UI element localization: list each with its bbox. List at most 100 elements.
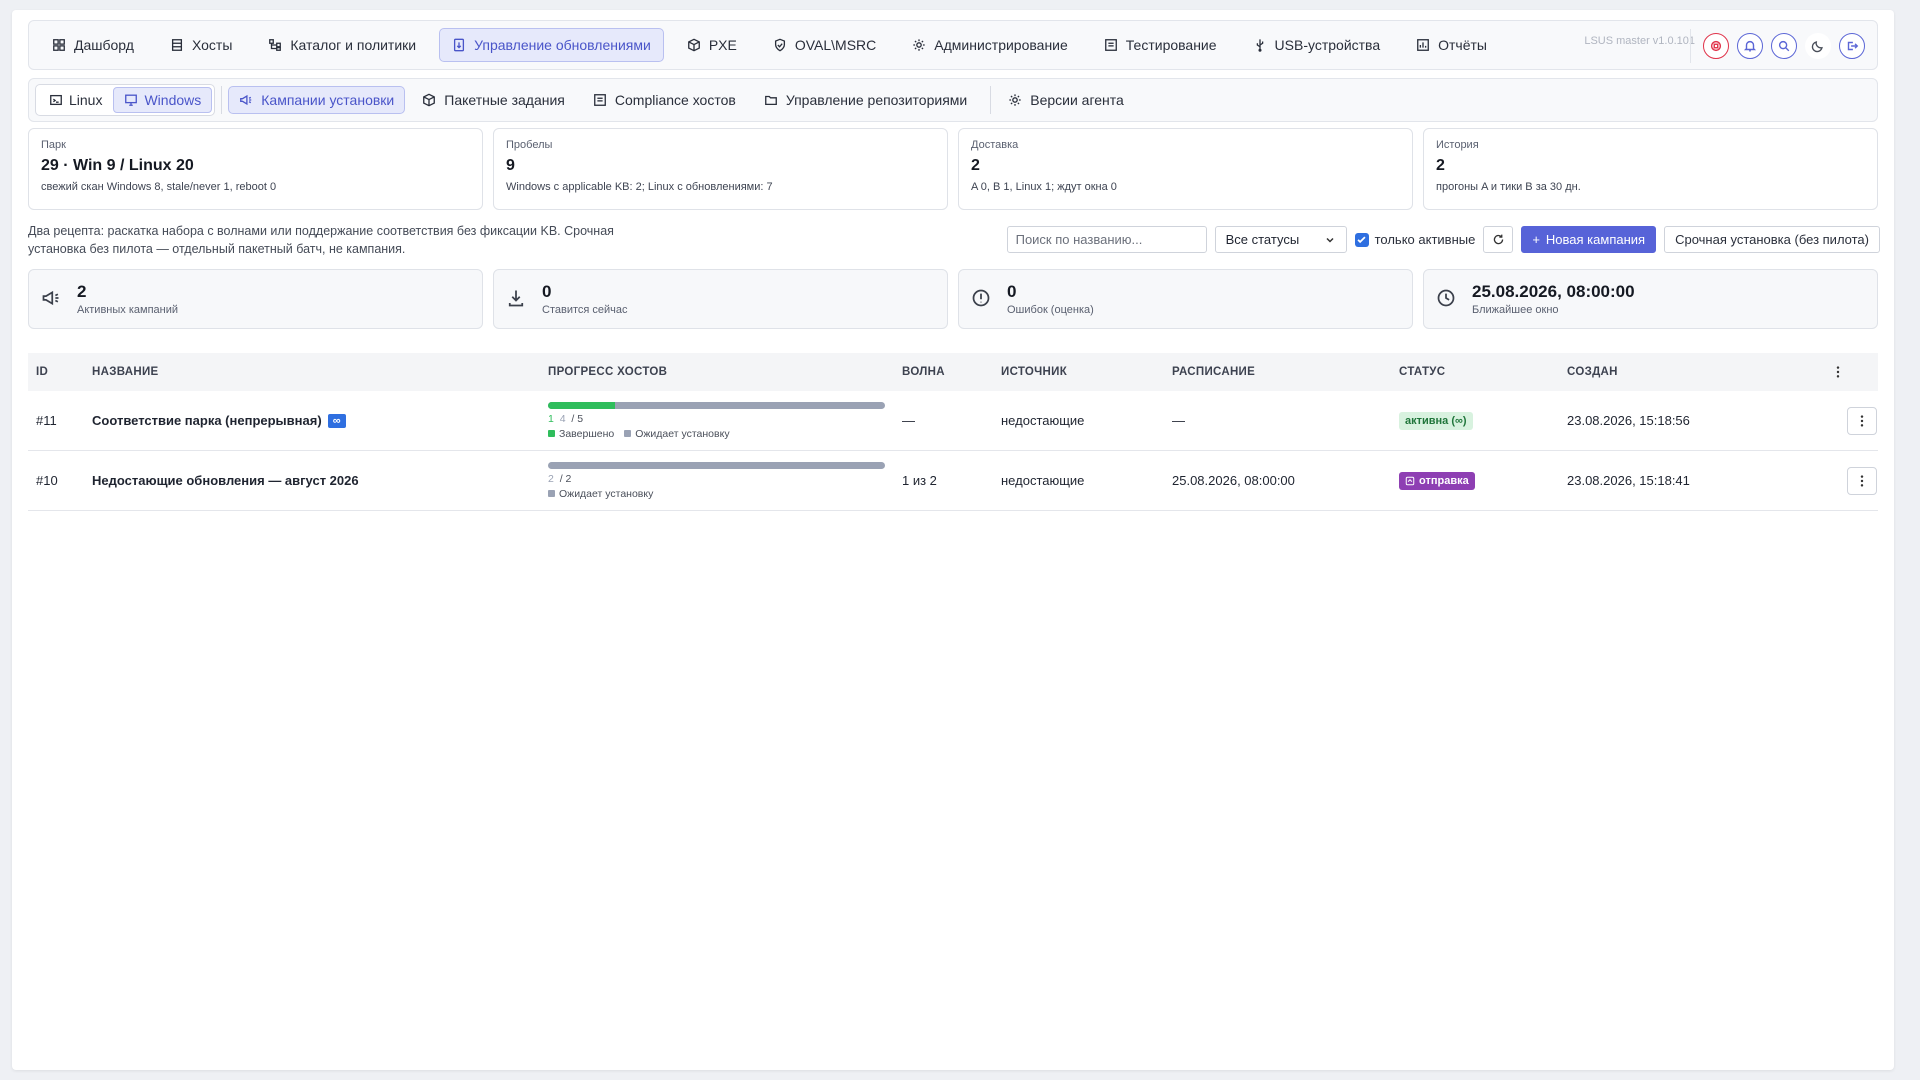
gear-icon [1008,93,1022,107]
col-source[interactable]: ИСТОЧНИК [1001,366,1172,378]
tab-repo-management[interactable]: Управление репозиториями [753,86,978,114]
kebab-icon [1855,414,1869,428]
test-icon [1104,38,1118,52]
only-active-toggle[interactable]: только активные [1354,232,1476,247]
col-name[interactable]: НАЗВАНИЕ [92,366,548,378]
tab-host-compliance[interactable]: Compliance хостов [582,86,747,114]
card-value: 2 [1436,157,1445,174]
divider [990,86,992,114]
legend-pending: Ожидает установку [548,488,653,500]
os-windows[interactable]: Windows [113,87,213,113]
column-menu[interactable] [1817,365,1877,379]
plus-icon: + [1532,232,1540,247]
nav-label: Тестирование [1125,37,1217,53]
search-input[interactable] [1006,226,1207,253]
card-sub: прогоны A и тики B за 30 дн. [1436,181,1581,193]
folder-icon [764,93,778,107]
col-status[interactable]: СТАТУС [1399,366,1567,378]
continuous-badge: ∞ [327,413,346,428]
nav-usb-devices[interactable]: USB-устройства [1240,28,1394,62]
only-active-label: только активные [1374,232,1476,247]
progress-bar [548,461,885,469]
nav-update-management[interactable]: Управление обновлениями [439,28,664,62]
tab-agent-versions[interactable]: Версии агента [997,86,1135,114]
row-schedule: — [1172,413,1185,428]
page-description: Два рецепта: раскатка набора с волнами и… [28,224,614,256]
legend-pending: Ожидает установку [624,428,730,440]
progress-legend: Завершено Ожидает установку [548,428,902,440]
row-progress: 1 4 / 5 Завершено Ожидает установку [548,401,902,440]
urgent-install-label: Срочная установка (без пилота) [1675,232,1869,247]
col-id[interactable]: ID [28,366,92,378]
col-wave[interactable]: ВОЛНА [902,366,1001,378]
card-label: Пробелы [506,139,553,151]
new-campaign-button[interactable]: + Новая кампания [1521,226,1657,253]
tab-install-campaigns[interactable]: Кампании установки [228,86,406,114]
report-icon [1416,38,1430,52]
search-button[interactable] [1771,33,1797,59]
row-menu-button[interactable] [1847,406,1877,435]
refresh-icon [1492,233,1505,246]
stat-value: 25.08.2026, 08:00:00 [1472,282,1635,301]
checkbox-checked[interactable] [1354,232,1369,247]
row-actions [1817,466,1877,495]
col-progress[interactable]: ПРОГРЕСС ХОСТОВ [548,366,902,378]
progress-counts: 2 / 2 [548,473,902,485]
clock-icon [1436,288,1458,310]
stop-button[interactable] [1703,33,1729,59]
notifications-button[interactable] [1737,33,1763,59]
usb-icon [1253,38,1267,52]
tab-label: Пакетные задания [444,92,565,108]
campaign-name[interactable]: Недостающие обновления — август 2026 [92,473,359,488]
row-status: активна (∞) [1399,411,1567,430]
nav-label: Администрирование [934,37,1068,53]
toolbar: Все статусы только активные + Новая камп… [1006,226,1880,253]
row-id: #10 [36,473,58,488]
row-source: недостающие [1001,473,1085,488]
nav-dashboard[interactable]: Дашборд [39,28,147,62]
nav-hosts[interactable]: Хосты [157,28,245,62]
nav-administration[interactable]: Администрирование [899,28,1081,62]
nav-pxe[interactable]: PXE [674,28,750,62]
row-wave: — [902,413,915,428]
table-row[interactable]: #11 Соответствие парка (непрерывная) ∞ 1… [28,391,1878,451]
campaign-name[interactable]: Соответствие парка (непрерывная) [92,413,322,428]
count-total: / 5 [571,412,584,425]
col-created[interactable]: СОЗДАН [1567,366,1817,378]
count-done: 1 [548,412,554,425]
table-row[interactable]: #10 Недостающие обновления — август 2026… [28,451,1878,511]
sitemap-icon [268,38,282,52]
nav-reports[interactable]: Отчёты [1403,28,1500,62]
monitor-icon [124,93,138,107]
kebab-icon[interactable] [1831,365,1845,379]
row-menu-button[interactable] [1847,466,1877,495]
shield-icon [773,38,787,52]
gear-icon [912,38,926,52]
card-label: Парк [41,139,66,151]
nav-label: PXE [708,37,737,53]
os-switch: Linux Windows [35,84,216,116]
status-select[interactable]: Все статусы [1214,226,1347,253]
stat-errors: 0 Ошибок (оценка) [958,269,1413,329]
nav-catalog[interactable]: Каталог и политики [255,28,429,62]
box-icon [422,93,436,107]
nav-label: Каталог и политики [290,37,417,53]
count-total: / 2 [559,472,572,485]
theme-toggle-button[interactable] [1805,33,1831,59]
nav-oval-msrc[interactable]: OVAL\MSRC [760,28,889,62]
version-label: LSUS master v1.0.101 [1584,35,1695,47]
nav-label: OVAL\MSRC [794,37,877,53]
logout-button[interactable] [1839,33,1865,59]
progress-fill [548,401,616,409]
col-schedule[interactable]: РАСПИСАНИЕ [1172,366,1399,378]
urgent-install-button[interactable]: Срочная установка (без пилота) [1664,226,1880,253]
search-icon [1777,39,1791,53]
refresh-button[interactable] [1483,226,1514,253]
os-linux[interactable]: Linux [38,87,113,113]
nav-label: Отчёты [1438,37,1487,53]
os-label: Linux [69,92,103,108]
stat-cards: 2 Активных кампаний 0 Ставится сейчас 0 … [28,269,1878,329]
row-progress: 2 / 2 Ожидает установку [548,461,902,500]
nav-testing[interactable]: Тестирование [1091,28,1230,62]
tab-batch-jobs[interactable]: Пакетные задания [411,86,576,114]
